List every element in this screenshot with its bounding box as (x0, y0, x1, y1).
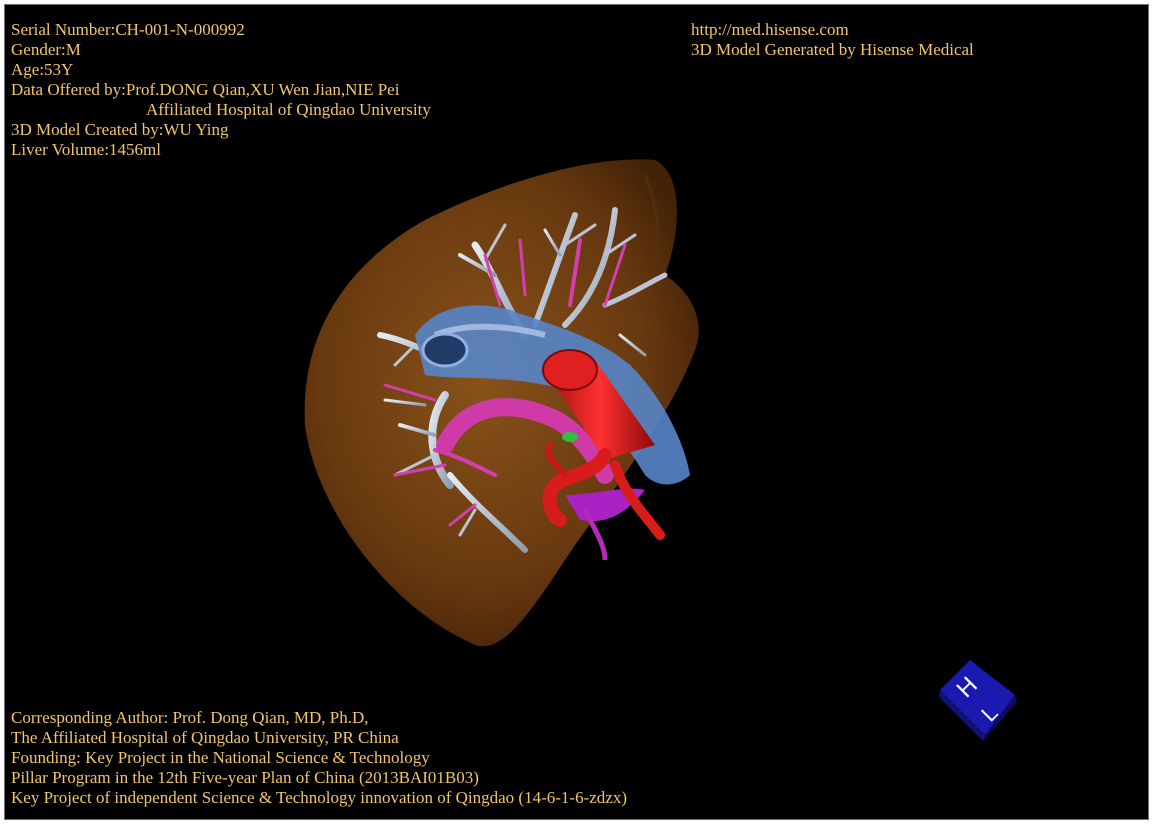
serial-number: Serial Number:CH-001-N-000992 (11, 20, 245, 39)
ivc-opening (421, 332, 469, 368)
liver-volume: Liver Volume:1456ml (11, 140, 162, 159)
website-url: http://med.hisense.com (691, 20, 849, 39)
gender: Gender:M (11, 40, 81, 59)
credit-line-2: The Affiliated Hospital of Qingdao Unive… (11, 728, 399, 747)
green-structure (562, 432, 578, 442)
3d-viewport[interactable]: Serial Number:CH-001-N-000992 Gender:M A… (4, 4, 1149, 820)
credit-line-3: Founding: Key Project in the National Sc… (11, 748, 430, 767)
age: Age:53Y (11, 60, 74, 79)
credit-line-4: Pillar Program in the 12th Five-year Pla… (11, 768, 479, 787)
aorta-top (542, 349, 598, 391)
model-created: 3D Model Created by:WU Ying (11, 120, 229, 139)
credit-line-5: Key Project of independent Science & Tec… (11, 788, 627, 807)
generator-info: http://med.hisense.com 3D Model Generate… (691, 20, 974, 60)
credits: Corresponding Author: Prof. Dong Qian, M… (11, 708, 627, 808)
data-offered: Data Offered by:Prof.DONG Qian,XU Wen Ji… (11, 80, 400, 99)
credit-line-1: Corresponding Author: Prof. Dong Qian, M… (11, 708, 369, 727)
orientation-cube-icon[interactable]: H L (935, 655, 1025, 745)
hospital: Affiliated Hospital of Qingdao Universit… (146, 100, 431, 119)
patient-info: Serial Number:CH-001-N-000992 Gender:M A… (11, 20, 431, 160)
generated-by: 3D Model Generated by Hisense Medical (691, 40, 974, 59)
